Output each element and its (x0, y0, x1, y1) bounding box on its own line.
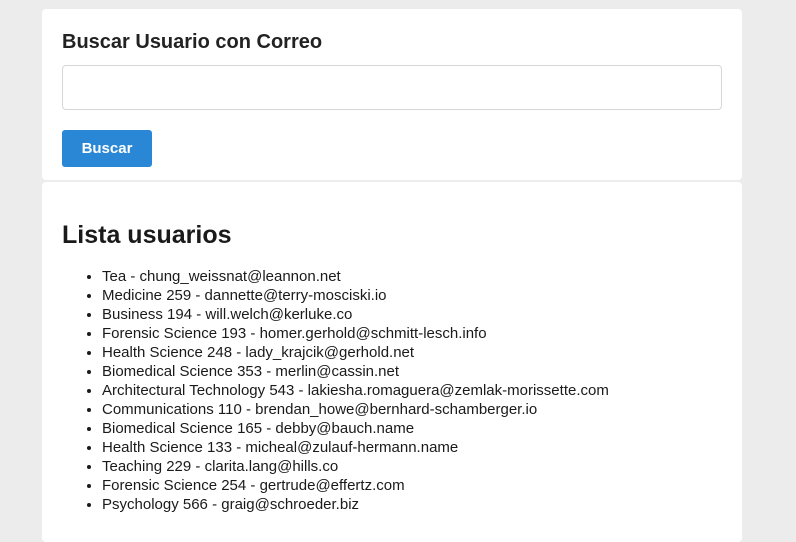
list-item: Communications 110 - brendan_howe@bernha… (102, 400, 722, 419)
list-item: Teaching 229 - clarita.lang@hills.co (102, 457, 722, 476)
list-item: Health Science 133 - micheal@zulauf-herm… (102, 438, 722, 457)
list-item: Business 194 - will.welch@kerluke.co (102, 305, 722, 324)
email-search-input[interactable] (62, 65, 722, 110)
list-item: Forensic Science 193 - homer.gerhold@sch… (102, 324, 722, 343)
users-list-card: Lista usuarios Tea - chung_weissnat@lean… (42, 182, 742, 542)
list-title: Lista usuarios (62, 221, 232, 249)
list-item: Psychology 566 - graig@schroeder.biz (102, 495, 722, 514)
search-card: Buscar Usuario con Correo Buscar (42, 9, 742, 180)
list-item: Forensic Science 254 - gertrude@effertz.… (102, 476, 722, 495)
list-item: Architectural Technology 543 - lakiesha.… (102, 381, 722, 400)
search-button[interactable]: Buscar (62, 130, 152, 167)
list-item: Medicine 259 - dannette@terry-mosciski.i… (102, 286, 722, 305)
list-item: Tea - chung_weissnat@leannon.net (102, 267, 722, 286)
list-item: Biomedical Science 165 - debby@bauch.nam… (102, 419, 722, 438)
list-item: Health Science 248 - lady_krajcik@gerhol… (102, 343, 722, 362)
list-item: Biomedical Science 353 - merlin@cassin.n… (102, 362, 722, 381)
users-list: Tea - chung_weissnat@leannon.net Medicin… (62, 267, 722, 514)
search-title: Buscar Usuario con Correo (62, 31, 323, 53)
